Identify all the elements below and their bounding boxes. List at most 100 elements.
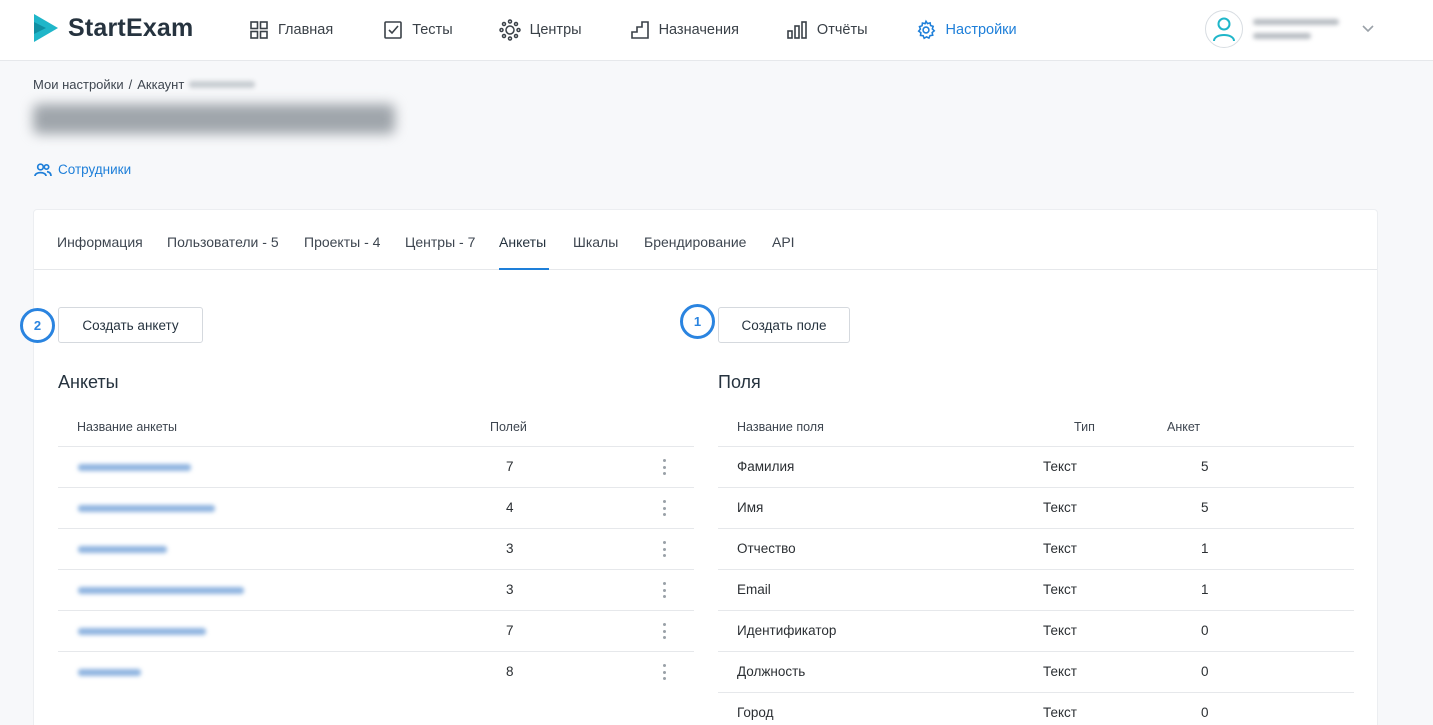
users-icon bbox=[34, 162, 52, 176]
field-count: 1 bbox=[1201, 541, 1209, 556]
tab-scales[interactable]: Шкалы bbox=[573, 234, 618, 250]
tab-info[interactable]: Информация bbox=[57, 234, 143, 250]
questionnaire-link-blurred[interactable] bbox=[78, 464, 191, 471]
row-divider bbox=[58, 651, 694, 652]
field-count: 5 bbox=[1201, 459, 1209, 474]
field-name: Идентификатор bbox=[737, 623, 837, 638]
field-name: Отчество bbox=[737, 541, 796, 556]
field-name: Фамилия bbox=[737, 459, 795, 474]
tab-bar: Информация Пользователи - 5 Проекты - 4 … bbox=[34, 210, 1377, 270]
nav-item-assignments[interactable]: Назначения bbox=[630, 20, 739, 40]
questionnaire-fields-count: 3 bbox=[506, 582, 514, 597]
row-divider bbox=[58, 610, 694, 611]
nav-item-settings[interactable]: Настройки bbox=[915, 19, 1017, 41]
row-menu-icon[interactable] bbox=[658, 582, 670, 598]
row-menu-icon[interactable] bbox=[658, 664, 670, 680]
row-menu-icon[interactable] bbox=[658, 623, 670, 639]
field-count: 0 bbox=[1201, 623, 1209, 638]
field-count: 5 bbox=[1201, 500, 1209, 515]
field-type: Текст bbox=[1043, 705, 1077, 720]
field-name: Город bbox=[737, 705, 774, 720]
breadcrumb-account-blurred bbox=[189, 81, 256, 88]
top-navbar: StartExam Главная Тесты Центры Назначени… bbox=[0, 0, 1433, 61]
avatar bbox=[1205, 10, 1243, 48]
row-menu-icon[interactable] bbox=[658, 459, 670, 475]
questionnaire-link-blurred[interactable] bbox=[78, 587, 244, 594]
create-questionnaire-button[interactable]: Создать анкету bbox=[58, 307, 203, 343]
tab-api[interactable]: API bbox=[772, 234, 795, 250]
field-name: Email bbox=[737, 582, 771, 597]
questionnaire-fields-count: 7 bbox=[506, 623, 514, 638]
tab-centers[interactable]: Центры - 7 bbox=[405, 234, 475, 250]
main-nav: Главная Тесты Центры Назначения Отчёты Н… bbox=[249, 0, 1017, 60]
callout-badge-1: 1 bbox=[680, 304, 715, 339]
row-menu-icon[interactable] bbox=[658, 500, 670, 516]
questionnaire-fields-count: 4 bbox=[506, 500, 514, 515]
breadcrumb-root[interactable]: Мои настройки bbox=[33, 77, 124, 92]
chevron-down-icon bbox=[1362, 25, 1374, 33]
breadcrumb-current: Аккаунт bbox=[137, 77, 185, 92]
stairs-icon bbox=[630, 21, 649, 39]
questionnaires-title: Анкеты bbox=[58, 372, 119, 392]
column-header-questionnaire-name: Название анкеты bbox=[77, 420, 178, 434]
user-name-blurred bbox=[1253, 19, 1339, 39]
centers-icon bbox=[498, 19, 521, 41]
gear-icon bbox=[917, 19, 935, 40]
breadcrumb-separator: / bbox=[128, 77, 133, 92]
row-divider bbox=[58, 487, 694, 488]
staff-link[interactable]: Сотрудники bbox=[34, 162, 131, 177]
row-divider bbox=[718, 446, 1354, 447]
row-divider bbox=[58, 528, 694, 529]
nav-item-home[interactable]: Главная bbox=[249, 20, 333, 40]
tab-questionnaires[interactable]: Анкеты bbox=[499, 234, 546, 250]
row-divider bbox=[718, 528, 1354, 529]
column-header-fields: Полей bbox=[490, 420, 527, 434]
callout-badge-2: 2 bbox=[20, 308, 55, 343]
questionnaire-fields-count: 3 bbox=[506, 541, 514, 556]
field-count: 1 bbox=[1201, 582, 1209, 597]
user-icon bbox=[1213, 17, 1235, 42]
field-count: 0 bbox=[1201, 705, 1209, 720]
field-name: Имя bbox=[737, 500, 764, 515]
row-divider bbox=[718, 692, 1354, 693]
create-field-button[interactable]: Создать поле bbox=[718, 307, 850, 343]
questionnaire-link-blurred[interactable] bbox=[78, 546, 167, 553]
tab-branding[interactable]: Брендирование bbox=[644, 234, 746, 250]
checkbox-icon bbox=[384, 21, 403, 39]
logo[interactable]: StartExam bbox=[32, 13, 193, 43]
row-divider bbox=[58, 569, 694, 570]
row-divider bbox=[718, 487, 1354, 488]
field-count: 0 bbox=[1201, 664, 1209, 679]
column-header-field-name: Название поля bbox=[737, 420, 824, 434]
fields-title: Поля bbox=[718, 372, 761, 392]
nav-label: Тесты bbox=[412, 22, 453, 38]
questionnaire-link-blurred[interactable] bbox=[78, 505, 215, 512]
questionnaire-link-blurred[interactable] bbox=[78, 628, 206, 635]
nav-label: Назначения bbox=[658, 22, 739, 38]
row-menu-icon[interactable] bbox=[658, 541, 670, 557]
field-type: Текст bbox=[1043, 459, 1077, 474]
row-divider bbox=[718, 651, 1354, 652]
logo-text: StartExam bbox=[68, 13, 194, 42]
field-type: Текст bbox=[1043, 582, 1077, 597]
nav-label: Главная bbox=[278, 22, 334, 38]
nav-item-centers[interactable]: Центры bbox=[498, 19, 582, 41]
nav-item-tests[interactable]: Тесты bbox=[383, 20, 453, 40]
active-tab-indicator bbox=[499, 268, 549, 270]
questionnaire-fields-count: 8 bbox=[506, 664, 514, 679]
tab-users[interactable]: Пользователи - 5 bbox=[167, 234, 279, 250]
nav-item-reports[interactable]: Отчёты bbox=[786, 20, 868, 40]
tab-projects[interactable]: Проекты - 4 bbox=[304, 234, 380, 250]
column-header-type: Тип bbox=[1074, 420, 1095, 434]
breadcrumb: Мои настройки / Аккаунт bbox=[33, 77, 256, 92]
questionnaire-link-blurred[interactable] bbox=[78, 669, 141, 676]
nav-label: Отчёты bbox=[816, 22, 868, 38]
row-divider bbox=[58, 446, 694, 447]
bar-chart-icon bbox=[787, 21, 807, 39]
user-menu[interactable] bbox=[1205, 10, 1375, 48]
staff-link-label: Сотрудники bbox=[58, 162, 132, 177]
nav-label: Настройки bbox=[945, 22, 1017, 38]
questionnaire-fields-count: 7 bbox=[506, 459, 514, 474]
page-title-blurred bbox=[33, 104, 395, 134]
grid-icon bbox=[250, 21, 268, 39]
